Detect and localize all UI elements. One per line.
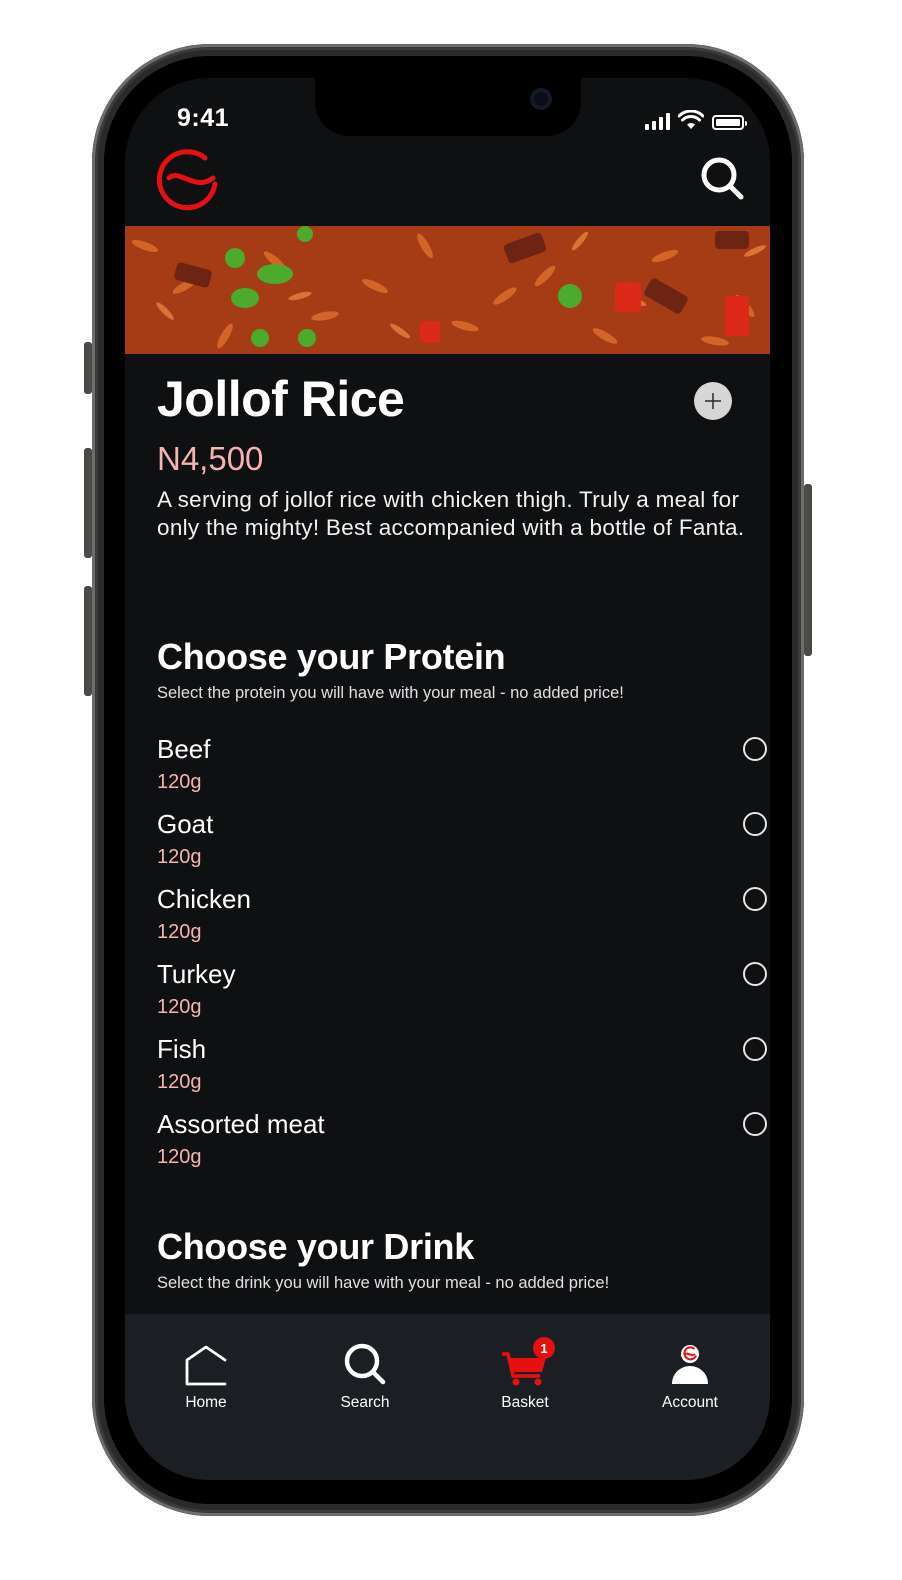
tab-account-label: Account [661,1394,718,1411]
search-icon[interactable] [700,156,744,200]
plus-icon [705,393,721,409]
protein-option-name: Beef [157,734,211,764]
protein-radio-goat[interactable] [743,812,767,836]
cellular-signal-icon [645,112,670,130]
tab-search[interactable]: Search [305,1340,425,1412]
protein-option-turkey[interactable]: Turkey 120g [157,957,767,1032]
dish-title: Jollof Rice [157,371,405,427]
status-icons [645,110,747,130]
app-screen: 9:41 Jollof Rice N4,500 A serving of jol… [125,78,770,1480]
protein-options-list: Beef 120g Goat 120g Chicken 120g Turkey … [157,732,767,1182]
protein-option-name: Chicken [157,884,251,914]
battery-icon [712,115,747,130]
tab-home-label: Home [185,1394,227,1411]
protein-radio-turkey[interactable] [743,962,767,986]
protein-radio-assorted-meat[interactable] [743,1112,767,1136]
tab-basket-label: Basket [501,1394,549,1411]
protein-section-subtitle: Select the protein you will have with yo… [157,684,624,702]
protein-option-chicken[interactable]: Chicken 120g [157,882,767,957]
volume-up-button [84,448,92,558]
g-logo-icon[interactable] [155,148,221,214]
account-avatar-icon [672,1345,708,1384]
dish-hero-image [125,226,770,354]
bottom-tab-bar: Home Search 1 Basket Account [125,1314,770,1480]
protein-option-weight: 120g [157,996,202,1018]
protein-radio-fish[interactable] [743,1037,767,1061]
tab-account[interactable]: Account [630,1340,750,1412]
protein-radio-beef[interactable] [743,737,767,761]
protein-option-fish[interactable]: Fish 120g [157,1032,767,1107]
protein-section-title: Choose your Protein [157,636,506,677]
protein-option-weight: 120g [157,771,202,793]
front-camera [530,88,552,110]
protein-option-name: Turkey [157,959,236,989]
tab-basket[interactable]: 1 Basket [465,1337,585,1412]
dish-description: A serving of jollof rice with chicken th… [157,487,745,540]
home-icon [185,1345,227,1386]
protein-option-beef[interactable]: Beef 120g [157,732,767,807]
protein-option-weight: 120g [157,921,202,943]
protein-option-weight: 120g [157,1071,202,1093]
add-to-basket-button[interactable] [694,382,732,420]
protein-option-weight: 120g [157,1146,202,1168]
wifi-icon [678,110,704,129]
protein-option-goat[interactable]: Goat 120g [157,807,767,882]
protein-option-name: Fish [157,1034,207,1064]
power-button [804,484,812,656]
protein-radio-chicken[interactable] [743,887,767,911]
volume-down-button [84,586,92,696]
drink-section-title: Choose your Drink [157,1226,474,1267]
tab-home[interactable]: Home [146,1340,266,1412]
tab-search-label: Search [340,1394,390,1411]
status-time: 9:41 [177,104,230,132]
protein-option-name: Goat [157,809,214,839]
notch [315,78,581,136]
drink-section-subtitle: Select the drink you will have with your… [157,1274,610,1292]
protein-option-assorted-meat[interactable]: Assorted meat 120g [157,1107,767,1182]
protein-option-name: Assorted meat [157,1109,325,1139]
search-icon [344,1343,386,1385]
basket-count-badge: 1 [533,1337,555,1359]
protein-option-weight: 120g [157,846,202,868]
silent-switch [84,342,92,394]
dish-price: N4,500 [157,440,264,477]
